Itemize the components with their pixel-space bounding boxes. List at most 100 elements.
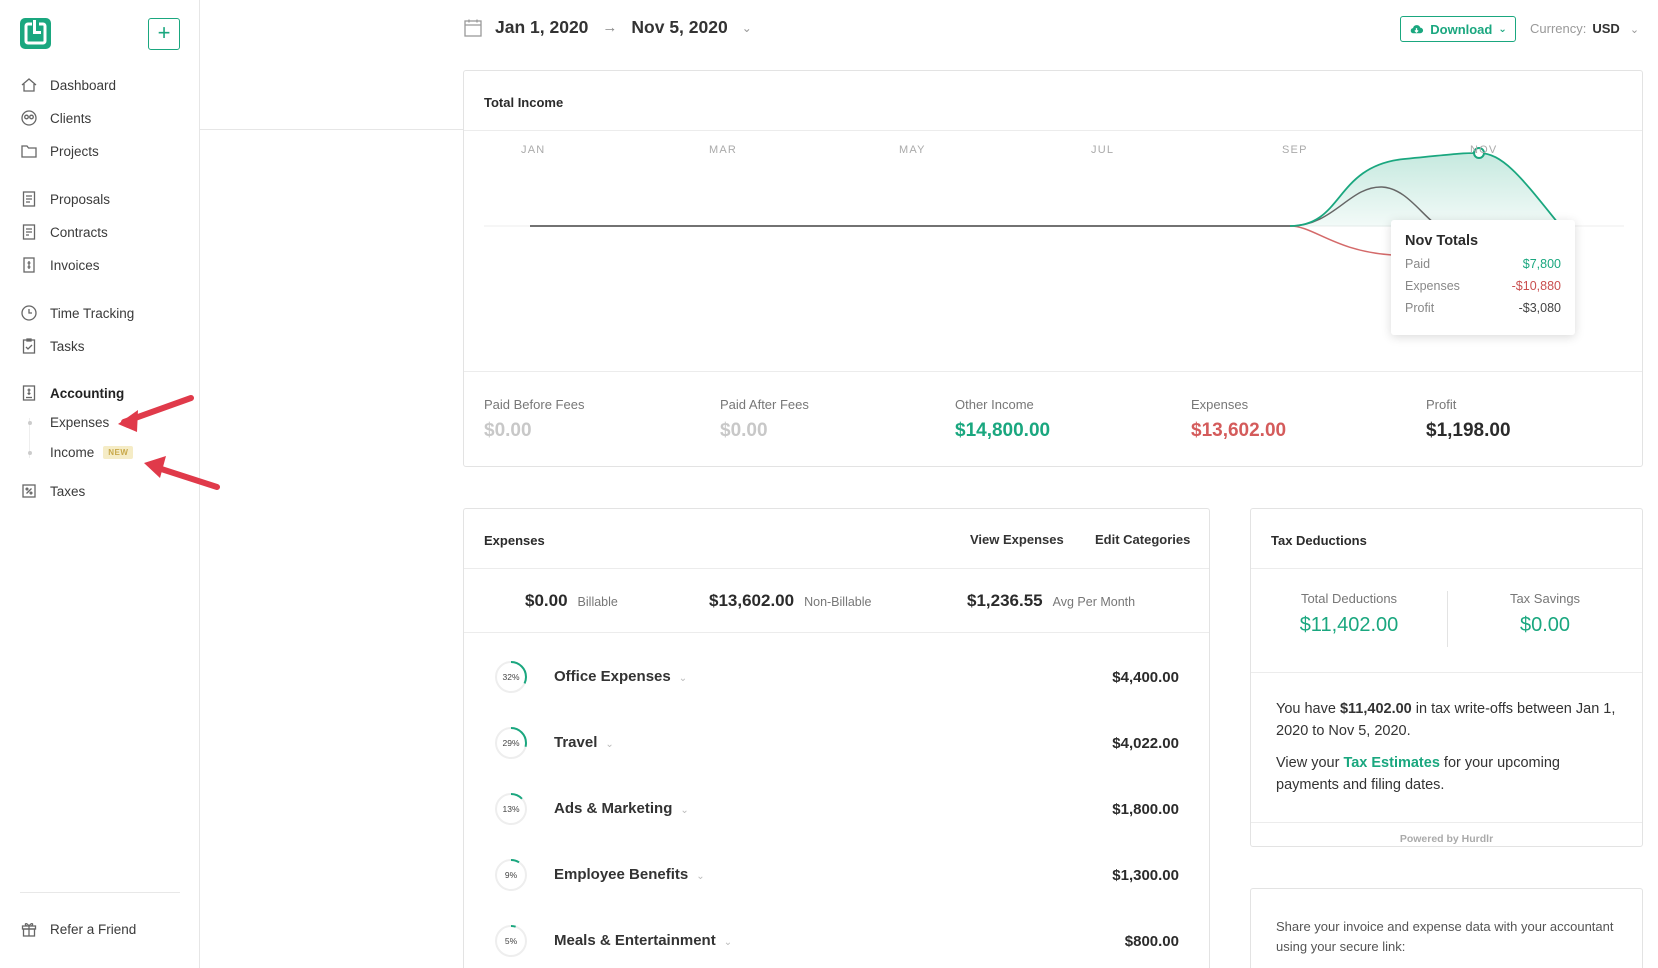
proposal-icon	[20, 190, 38, 208]
contract-icon	[20, 223, 38, 241]
category-name-text: Employee Benefits	[554, 866, 689, 883]
percent-label: 5%	[504, 936, 518, 946]
expense-category-row[interactable]: 5% Meals & Entertainment ⌄ $800.00	[464, 909, 1209, 968]
tax-estimates-link[interactable]: Tax Estimates	[1343, 755, 1439, 771]
folder-icon	[20, 142, 38, 160]
stat-value: $0.00	[484, 420, 532, 441]
view-expenses-link[interactable]: View Expenses	[970, 532, 1064, 547]
sidebar-item-time-tracking[interactable]: Time Tracking	[20, 303, 134, 323]
sidebar-item-clients[interactable]: Clients	[20, 108, 91, 128]
category-amount: $4,022.00	[1112, 735, 1179, 752]
stat-paid-after-fees: Paid After Fees $0.00	[720, 397, 809, 442]
sidebar-item-label: Dashboard	[50, 77, 117, 93]
stat-other-income: Other Income $14,800.00	[955, 397, 1050, 442]
powered-by: Powered by Hurdlr	[1399, 833, 1494, 845]
stat-paid-before-fees: Paid Before Fees $0.00	[484, 397, 584, 442]
expense-category-row[interactable]: 32% Office Expenses ⌄ $4,400.00	[464, 645, 1209, 711]
share-text: Share your invoice and expense data with…	[1276, 919, 1614, 954]
stat-profit: Profit $1,198.00	[1426, 397, 1511, 442]
sidebar-item-label: Invoices	[50, 257, 100, 273]
chevron-down-icon[interactable]: ⌄	[605, 739, 613, 750]
date-arrow-icon: →	[602, 19, 618, 36]
sidebar-item-contracts[interactable]: Contracts	[20, 222, 108, 242]
date-end: Nov 5, 2020	[631, 17, 728, 37]
sidebar-subitem-label: Income	[50, 445, 95, 460]
tooltip-title: Nov Totals	[1405, 233, 1479, 249]
sidebar-item-proposals[interactable]: Proposals	[20, 189, 110, 209]
tax-deductions-title: Tax Deductions	[1271, 533, 1367, 548]
expense-category-row[interactable]: 29% Travel ⌄ $4,022.00	[464, 711, 1209, 777]
sidebar-item-dashboard[interactable]: Dashboard	[20, 75, 116, 95]
month-label: SEP	[1282, 144, 1308, 156]
category-name: Ads & Marketing ⌄	[554, 800, 689, 817]
total-deductions: Total Deductions $11,402.00	[1259, 591, 1439, 637]
stat-value: $1,198.00	[1426, 420, 1511, 441]
app-root: + Dashboard Clients Projects Proposals C…	[0, 0, 1658, 968]
month-label: NOV	[1470, 144, 1498, 156]
category-name-text: Meals & Entertainment	[554, 932, 716, 949]
sidebar-subitem-expenses[interactable]: Expenses	[28, 415, 109, 430]
tax-divider	[1447, 591, 1448, 647]
category-name-text: Travel	[554, 734, 598, 751]
annotation-arrow-icon	[118, 395, 220, 490]
tooltip-value: -$3,080	[1518, 301, 1561, 315]
bullet-dot	[28, 420, 32, 425]
chevron-down-icon[interactable]: ⌄	[724, 937, 732, 948]
tooltip-label: Paid	[1405, 257, 1431, 271]
summary-billable: $0.00 Billable	[525, 591, 618, 611]
category-name: Meals & Entertainment ⌄	[554, 932, 732, 949]
summary-label: Billable	[577, 595, 618, 609]
sidebar-item-label: Contracts	[50, 224, 108, 240]
summary-label: Avg Per Month	[1052, 595, 1136, 609]
sidebar-divider	[20, 892, 180, 893]
tooltip-value: $7,800	[1522, 257, 1561, 271]
sidebar-item-label: Time Tracking	[50, 305, 135, 321]
tooltip-value: -$10,880	[1511, 279, 1561, 293]
download-label: Download	[1430, 21, 1493, 37]
stat-label: Expenses	[1191, 397, 1249, 412]
download-button[interactable]: Download ⌄	[1400, 16, 1516, 42]
invoice-icon	[20, 256, 38, 274]
stat-label: Other Income	[955, 397, 1034, 412]
expenses-card: Expenses View Expenses Edit Categories $…	[463, 508, 1210, 968]
chevron-down-icon[interactable]: ⌄	[679, 673, 687, 684]
stat-label: Paid After Fees	[720, 397, 809, 412]
sidebar-item-tasks[interactable]: Tasks	[20, 336, 85, 356]
expenses-line	[1289, 225, 1393, 256]
summary-non-billable: $13,602.00 Non-Billable	[709, 591, 872, 611]
stat-label: Paid Before Fees	[484, 397, 585, 412]
tooltip-row-expenses: Expenses -$10,880	[1405, 279, 1561, 301]
sidebar-item-projects[interactable]: Projects	[20, 141, 99, 161]
category-name: Office Expenses ⌄	[554, 668, 687, 685]
calendar-icon	[464, 19, 482, 37]
sidebar-item-accounting[interactable]: Accounting	[20, 383, 124, 403]
app-logo[interactable]	[19, 17, 52, 50]
category-name: Employee Benefits ⌄	[554, 866, 705, 883]
add-button[interactable]: +	[148, 18, 180, 50]
refer-friend-link[interactable]: Refer a Friend	[20, 919, 136, 939]
cloud-download-icon	[1410, 24, 1424, 33]
edit-categories-link[interactable]: Edit Categories	[1095, 532, 1190, 547]
chevron-down-icon[interactable]: ⌄	[680, 805, 688, 816]
summary-amount: $0.00	[525, 591, 568, 610]
tooltip-row-paid: Paid $7,800	[1405, 257, 1561, 279]
date-range-picker[interactable]: Jan 1, 2020 → Nov 5, 2020 ⌄	[463, 17, 752, 38]
expense-category-row[interactable]: 13% Ads & Marketing ⌄ $1,800.00	[464, 777, 1209, 843]
total-deductions-value: $11,402.00	[1299, 614, 1399, 636]
percent-label: 29%	[502, 738, 520, 748]
tooltip-row-profit: Profit -$3,080	[1405, 301, 1561, 323]
sidebar-item-taxes[interactable]: Taxes	[20, 481, 85, 501]
category-amount: $800.00	[1124, 933, 1179, 950]
stat-label: Profit	[1426, 397, 1457, 412]
category-name: Travel ⌄	[554, 734, 614, 751]
chevron-down-icon[interactable]: ⌄	[696, 871, 704, 882]
percent-label: 9%	[504, 870, 518, 880]
tax-estimates-sentence: View your Tax Estimates for your upcomin…	[1276, 752, 1617, 796]
category-name-text: Office Expenses	[554, 668, 671, 685]
expense-category-row[interactable]: 9% Employee Benefits ⌄ $1,300.00	[464, 843, 1209, 909]
currency-selector[interactable]: Currency: USD ⌄	[1530, 21, 1639, 36]
chevron-down-icon: ⌄	[741, 20, 752, 35]
sidebar-item-invoices[interactable]: Invoices	[20, 255, 100, 275]
sidebar-subitem-label: Expenses	[50, 415, 110, 430]
clock-icon	[20, 304, 38, 322]
